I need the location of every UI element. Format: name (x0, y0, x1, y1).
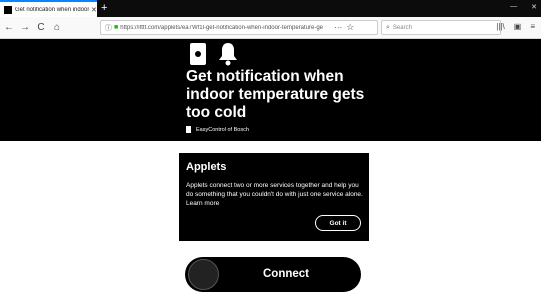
menu-icon[interactable]: ≡ (530, 22, 535, 31)
back-button[interactable]: ← (2, 22, 16, 33)
info-icon[interactable]: ⓘ (105, 23, 112, 33)
search-bar[interactable]: ⌕ Search (381, 20, 501, 35)
page-actions-button[interactable]: ··· (334, 23, 342, 32)
new-tab-button[interactable]: + (101, 2, 107, 14)
search-icon: ⌕ (386, 23, 390, 31)
thermostat-icon (190, 43, 206, 65)
connect-label: Connect (263, 268, 309, 280)
applet-owner[interactable]: EasyControl of Bosch (186, 126, 249, 133)
ifttt-favicon-icon (4, 5, 12, 14)
owner-icon (186, 126, 191, 133)
lock-icon[interactable]: ■ (114, 24, 118, 31)
home-button[interactable]: ⌂ (50, 22, 64, 33)
window-controls: — ✕ (510, 3, 537, 11)
tab-bar: Get notification when indoor te ✕ + — ✕ (0, 0, 541, 17)
applet-hero: Get notification when indoor temperature… (0, 39, 541, 141)
forward-button[interactable]: → (18, 22, 32, 33)
minimize-button[interactable]: — (510, 3, 517, 11)
search-input[interactable]: Search (393, 25, 412, 31)
service-icons (190, 42, 238, 66)
applets-info-card: Applets Applets connect two or more serv… (179, 153, 369, 241)
reload-button[interactable]: C (34, 22, 48, 33)
browser-tab[interactable]: Get notification when indoor te ✕ (0, 0, 97, 17)
library-icon[interactable]: |||\ (496, 22, 504, 31)
connect-button[interactable]: Connect (185, 257, 361, 292)
owner-name[interactable]: EasyControl of Bosch (196, 127, 249, 133)
url-text[interactable]: https://ifttt.com/applets/ea7Wf1l-get-no… (120, 25, 330, 31)
navigation-toolbar: ← → C ⌂ ⓘ ■ https://ifttt.com/applets/ea… (0, 17, 541, 39)
sidebar-icon[interactable]: ▣ (514, 22, 522, 31)
got-it-button[interactable]: Got it (315, 215, 361, 231)
notification-bell-icon (218, 42, 238, 66)
card-body: Applets connect two or more services tog… (186, 182, 363, 207)
toolbar-right: |||\ ▣ ≡ (496, 22, 535, 31)
applet-title: Get notification when indoor temperature… (186, 68, 365, 121)
tab-close-icon[interactable]: ✕ (91, 6, 97, 14)
bookmark-star-icon[interactable]: ☆ (346, 22, 354, 33)
tab-title: Get notification when indoor te (15, 6, 89, 13)
url-bar[interactable]: ⓘ ■ https://ifttt.com/applets/ea7Wf1l-ge… (100, 20, 378, 35)
card-title: Applets (186, 161, 227, 173)
close-window-button[interactable]: ✕ (531, 3, 537, 11)
